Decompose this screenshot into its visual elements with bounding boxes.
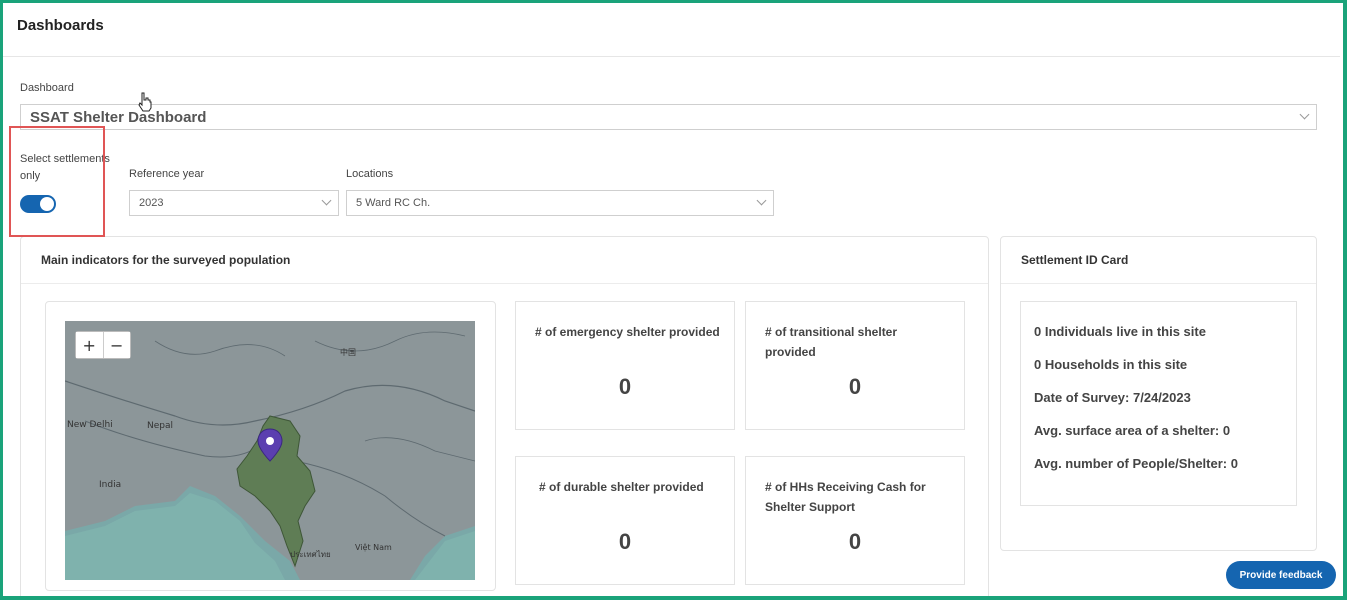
- map-label: 中国: [340, 347, 356, 357]
- hand-cursor-icon: [138, 92, 152, 112]
- map-view[interactable]: 中国 Nepal New Delhi India Việt Nam ประเทศ…: [65, 321, 475, 580]
- provide-feedback-button[interactable]: Provide feedback: [1226, 561, 1336, 589]
- settlement-survey-date: Date of Survey: 7/24/2023: [1034, 390, 1191, 405]
- chevron-down-icon: [1299, 109, 1310, 120]
- map-label: ประเทศไทย: [290, 550, 331, 559]
- indicator-transitional-shelter: # of transitional shelter provided 0: [745, 301, 965, 430]
- indicator-title: # of emergency shelter provided: [535, 325, 720, 339]
- indicator-emergency-shelter: # of emergency shelter provided 0: [515, 301, 735, 430]
- indicator-title: # of durable shelter provided: [539, 480, 704, 494]
- zoom-in-button[interactable]: +: [76, 332, 104, 358]
- chevron-down-icon: [756, 195, 767, 206]
- settlement-id-details: 0 Individuals live in this site 0 Househ…: [1020, 301, 1297, 506]
- main-indicators-title: Main indicators for the surveyed populat…: [41, 253, 291, 267]
- locations-value: 5 Ward RC Ch.: [356, 197, 431, 209]
- indicator-value: 0: [618, 374, 632, 399]
- divider: [1001, 283, 1316, 284]
- chevron-down-icon: [321, 195, 332, 206]
- divider: [21, 283, 988, 284]
- page-header: Dashboards: [3, 3, 1340, 57]
- dashboard-select-value: SSAT Shelter Dashboard: [30, 109, 207, 126]
- settlement-avg-surface: Avg. surface area of a shelter: 0: [1034, 423, 1231, 438]
- highlight-box: [9, 126, 105, 237]
- map-label: India: [99, 480, 121, 490]
- dashboard-select[interactable]: SSAT Shelter Dashboard: [20, 104, 1317, 130]
- map-label: Nepal: [147, 421, 173, 431]
- map-graphic: 中国 Nepal New Delhi India Việt Nam ประเทศ…: [65, 321, 475, 580]
- indicator-cash-shelter-support: # of HHs Receiving Cash for Shelter Supp…: [745, 456, 965, 585]
- settlement-individuals: 0 Individuals live in this site: [1034, 324, 1206, 339]
- settlement-avg-people: Avg. number of People/Shelter: 0: [1034, 456, 1238, 471]
- map-zoom-control: + −: [75, 331, 131, 359]
- settlement-id-card-title: Settlement ID Card: [1021, 253, 1129, 267]
- map-label: New Delhi: [67, 420, 113, 430]
- reference-year-value: 2023: [139, 197, 164, 209]
- page-title: Dashboards: [17, 17, 104, 34]
- map-label: Việt Nam: [355, 542, 392, 552]
- indicator-value: 0: [618, 529, 632, 554]
- dashboard-label: Dashboard: [20, 82, 74, 94]
- locations-label: Locations: [346, 168, 394, 180]
- settlement-households: 0 Households in this site: [1034, 357, 1188, 372]
- reference-year-label: Reference year: [129, 168, 205, 180]
- indicator-title: # of transitional shelter provided: [765, 325, 898, 359]
- locations-select[interactable]: 5 Ward RC Ch.: [346, 190, 774, 216]
- indicator-title: # of HHs Receiving Cash for Shelter Supp…: [765, 480, 926, 514]
- indicator-value: 0: [848, 529, 862, 554]
- indicator-durable-shelter: # of durable shelter provided 0: [515, 456, 735, 585]
- zoom-out-button[interactable]: −: [103, 332, 130, 358]
- reference-year-select[interactable]: 2023: [129, 190, 339, 216]
- indicator-value: 0: [848, 374, 862, 399]
